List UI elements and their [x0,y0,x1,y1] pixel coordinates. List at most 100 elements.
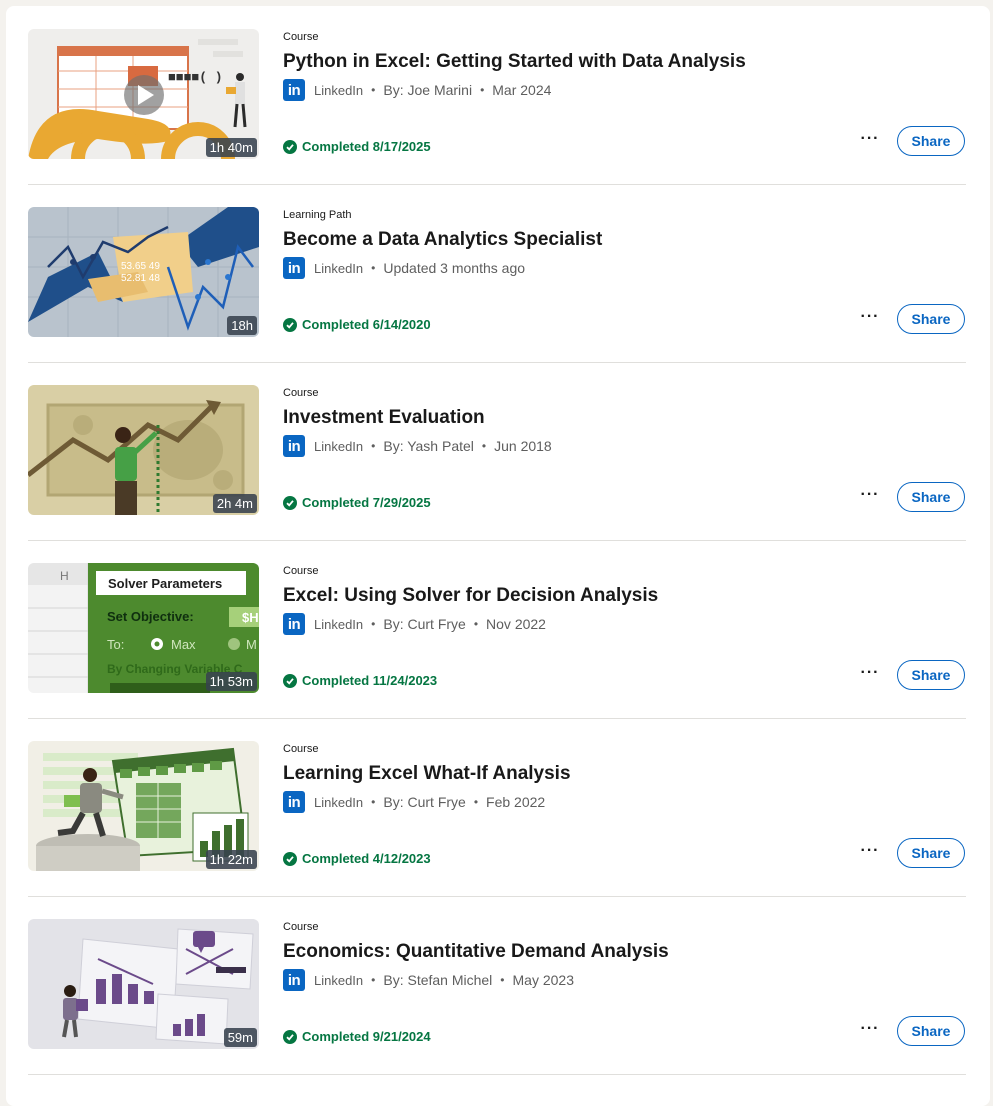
author-name: By: Joe Marini [383,82,473,98]
course-thumbnail[interactable]: 53.65 49 52.81 48 18h [28,207,259,337]
completion-date: Completed 9/21/2024 [302,1029,431,1044]
numbers-line-2: 52.81 48 [121,273,160,284]
provider-name: LinkedIn [314,616,364,632]
list-item: 2h 4m Course Investment Evaluation in Li… [28,362,966,541]
author-name: By: Curt Frye [383,616,466,632]
content-type-label: Course [283,921,319,933]
list-item: 53.65 49 52.81 48 18h Learning Path Beco… [28,184,966,363]
provider-name: LinkedIn [314,794,364,810]
solver-objective-label: Set Objective: [107,609,194,624]
share-button[interactable]: Share [897,126,965,156]
list-item: H Solver Parameters Set Objective: $H To… [28,540,966,719]
duration-badge: 59m [223,1028,257,1047]
completion-date: Completed 8/17/2025 [302,139,431,154]
check-circle-icon [283,673,297,688]
course-thumbnail[interactable]: 1h 22m [28,741,259,871]
completion-status: Completed 11/24/2023 [283,673,437,688]
check-circle-icon [283,1029,297,1044]
release-date: Nov 2022 [486,616,546,632]
solver-cell-ref: $H [242,610,259,625]
separator-dot: • [480,83,485,97]
linkedin-logo-icon: in [283,79,305,101]
check-circle-icon [283,317,297,332]
completion-status: Completed 8/17/2025 [283,139,431,154]
numbers-line-1: 53.65 49 [121,261,160,272]
author-name: By: Curt Frye [383,794,466,810]
duration-badge: 2h 4m [212,494,257,513]
course-meta: in LinkedIn • By: Stefan Michel • May 20… [283,969,574,991]
content-type-label: Course [283,743,319,755]
thumbnail-image: 53.65 49 52.81 48 [28,207,259,337]
content-type-label: Course [283,31,319,43]
completion-date: Completed 6/14/2020 [302,317,431,332]
code-snippet: ■■■■( ) [168,70,223,85]
course-title-link[interactable]: Learning Excel What-If Analysis [283,763,571,785]
more-options-button[interactable]: ··· [856,131,884,152]
more-options-button[interactable]: ··· [856,665,884,686]
completion-date: Completed 7/29/2025 [302,495,431,510]
more-options-button[interactable]: ··· [856,1021,884,1042]
course-thumbnail[interactable]: 2h 4m [28,385,259,515]
course-meta: in LinkedIn • Updated 3 months ago [283,257,525,279]
separator-dot: • [481,439,487,453]
completion-status: Completed 7/29/2025 [283,495,431,510]
author-name: By: Stefan Michel [383,972,493,988]
share-button[interactable]: Share [897,838,965,868]
share-button[interactable]: Share [897,660,965,690]
share-button[interactable]: Share [897,1016,965,1046]
solver-min-option: M [246,637,257,652]
duration-badge: 1h 22m [205,850,257,869]
separator-dot: • [371,795,376,809]
separator-dot: • [473,617,479,631]
updated-info: Updated 3 months ago [383,260,526,276]
course-thumbnail[interactable]: H Solver Parameters Set Objective: $H To… [28,563,259,693]
list-item: ■■■■( ) 1h 40m Course Python in Excel: G… [28,6,966,185]
linkedin-logo-icon: in [283,613,305,635]
separator-dot: • [371,83,376,97]
provider-name: LinkedIn [314,82,364,98]
release-date: Mar 2024 [492,82,552,98]
course-meta: in LinkedIn • By: Curt Frye • Feb 2022 [283,791,545,813]
course-meta: in LinkedIn • By: Yash Patel • Jun 2018 [283,435,552,457]
provider-name: LinkedIn [314,972,364,988]
completion-status: Completed 6/14/2020 [283,317,431,332]
course-meta: in LinkedIn • By: Joe Marini • Mar 2024 [283,79,551,101]
duration-badge: 18h [227,316,257,335]
separator-dot: • [371,261,376,275]
course-list-card: ■■■■( ) 1h 40m Course Python in Excel: G… [6,6,990,1106]
content-type-label: Learning Path [283,209,352,221]
release-date: May 2023 [512,972,574,988]
check-circle-icon [283,851,297,866]
share-button[interactable]: Share [897,304,965,334]
provider-name: LinkedIn [314,260,364,276]
linkedin-logo-icon: in [283,257,305,279]
completion-status: Completed 9/21/2024 [283,1029,431,1044]
list-item: 1h 22m Course Learning Excel What-If Ana… [28,718,966,897]
course-title-link[interactable]: Economics: Quantitative Demand Analysis [283,941,669,963]
linkedin-logo-icon: in [283,435,305,457]
course-thumbnail[interactable]: ■■■■( ) 1h 40m [28,29,259,159]
course-title-link[interactable]: Become a Data Analytics Specialist [283,229,602,251]
separator-dot: • [371,617,376,631]
completion-date: Completed 11/24/2023 [302,673,438,688]
course-meta: in LinkedIn • By: Curt Frye • Nov 2022 [283,613,546,635]
more-options-button[interactable]: ··· [856,487,884,508]
solver-dialog-title: Solver Parameters [108,576,222,591]
check-circle-icon [283,139,297,154]
author-name: By: Yash Patel [383,438,474,454]
completion-status: Completed 4/12/2023 [283,851,431,866]
more-options-button[interactable]: ··· [856,843,884,864]
course-title-link[interactable]: Investment Evaluation [283,407,485,429]
separator-dot: • [500,973,505,987]
course-title-link[interactable]: Python in Excel: Getting Started with Da… [283,51,746,73]
check-circle-icon [283,495,297,510]
completion-date: Completed 4/12/2023 [302,851,431,866]
solver-max-option: Max [171,637,196,652]
course-title-link[interactable]: Excel: Using Solver for Decision Analysi… [283,585,658,607]
release-date: Jun 2018 [494,438,552,454]
solver-to-label: To: [107,637,124,652]
list-item: 59m Course Economics: Quantitative Deman… [28,896,966,1075]
share-button[interactable]: Share [897,482,965,512]
more-options-button[interactable]: ··· [856,309,884,330]
course-thumbnail[interactable]: 59m [28,919,259,1049]
